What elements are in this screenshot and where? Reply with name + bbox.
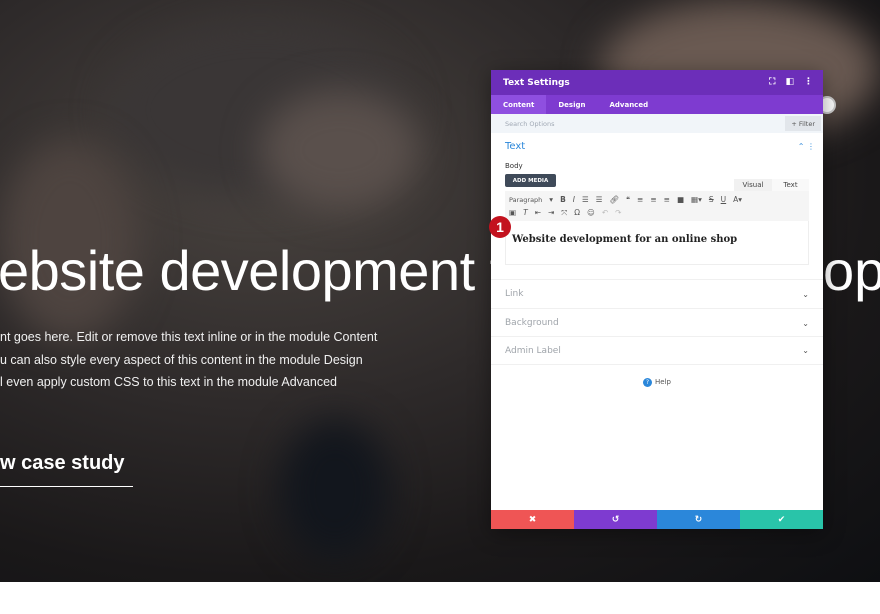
quote-icon[interactable]: ❝ <box>626 195 630 204</box>
omega-icon[interactable]: Ω <box>574 208 580 217</box>
align-center-icon[interactable]: ≡ <box>650 195 656 204</box>
add-media-button[interactable]: ADD MEDIA <box>505 174 556 187</box>
help-icon: ? <box>643 378 653 387</box>
accordion-link[interactable]: Link ⌄ <box>491 279 823 308</box>
chevron-down-icon: ⌄ <box>802 289 809 299</box>
modal-footer: ✖ ↺ ↻ ✔ <box>491 510 823 529</box>
search-placeholder: Search Options <box>505 119 555 128</box>
accordion-admin-label[interactable]: Admin Label ⌄ <box>491 336 823 365</box>
help-link[interactable]: ? Help <box>491 378 823 387</box>
body-label: Body <box>505 162 523 170</box>
editor-toolbar: Paragraph ▾ B I ☰ ☰ 🔗︎ ❝ ≡ ≡ ≡ ■ ▦▾ S U … <box>505 191 809 221</box>
link-icon[interactable]: 🔗︎ <box>609 195 619 204</box>
section-title[interactable]: Text <box>505 141 525 152</box>
align-left-icon[interactable]: ≡ <box>637 195 643 204</box>
numbered-list-icon[interactable]: ☰ <box>596 195 603 204</box>
hero-text-line: u can also style every aspect of this co… <box>0 353 363 367</box>
hero-text-line: nt goes here. Edit or remove this text i… <box>0 330 378 344</box>
cta-underline <box>0 486 133 487</box>
accordion-label: Background <box>505 318 559 328</box>
bold-icon[interactable]: B <box>560 195 566 204</box>
accordion-label: Link <box>505 289 524 299</box>
table-icon[interactable]: ▦▾ <box>691 195 702 204</box>
redo-icon[interactable]: ↷ <box>615 208 621 217</box>
bullet-list-icon[interactable]: ☰ <box>582 195 589 204</box>
chevron-down-icon: ⌄ <box>802 346 809 355</box>
outdent-icon[interactable]: ⇤ <box>535 208 541 217</box>
hero-text-line: l even apply custom CSS to this text in … <box>0 375 337 389</box>
modal-tabs: Content Design Advanced <box>491 95 823 114</box>
step-badge: 1 <box>489 216 511 238</box>
modal-title: Text Settings <box>503 77 570 88</box>
sidebar-icon[interactable]: ◧ <box>785 77 794 87</box>
fullscreen-icon[interactable]: ⤧ <box>561 208 567 218</box>
dropdown-icon[interactable]: ▾ <box>549 195 553 204</box>
modal-header: Text Settings ⛶ ◧ ⋮ <box>491 70 823 95</box>
emoji-icon[interactable]: ☺ <box>587 208 595 217</box>
undo-icon[interactable]: ↶ <box>602 208 608 217</box>
italic-icon[interactable]: I <box>573 195 575 204</box>
hero-heading: ebsite development f <box>0 239 505 302</box>
collapse-icon[interactable]: ⌃ ⋮ <box>798 142 815 151</box>
align-right-icon[interactable]: ≡ <box>664 195 670 204</box>
chevron-down-icon: ⌄ <box>802 318 809 328</box>
filter-button[interactable]: + Filter <box>785 116 821 131</box>
case-study-button[interactable]: w case study <box>0 452 125 475</box>
hero-heading-end: op <box>823 239 880 302</box>
tab-advanced[interactable]: Advanced <box>597 95 660 114</box>
tab-visual[interactable]: Visual <box>734 179 772 191</box>
more-icon[interactable]: ⋮ <box>804 77 813 87</box>
justify-icon[interactable]: ■ <box>677 195 684 204</box>
paragraph-select[interactable]: Paragraph <box>509 196 542 204</box>
accordion-label: Admin Label <box>505 345 561 356</box>
undo-button[interactable]: ↺ <box>574 510 657 529</box>
tab-text[interactable]: Text <box>772 179 809 191</box>
editor-content[interactable]: Website development for an online shop <box>505 221 809 265</box>
indent-icon[interactable]: ⇥ <box>548 208 554 217</box>
search-options-input[interactable]: Search Options + Filter <box>491 114 823 133</box>
underline-icon[interactable]: U <box>721 195 727 204</box>
clear-format-icon[interactable]: T <box>523 208 528 217</box>
help-label: Help <box>655 378 671 386</box>
save-button[interactable]: ✔ <box>740 510 823 529</box>
text-color-icon[interactable]: A▾ <box>733 195 742 204</box>
accordion-background[interactable]: Background ⌄ <box>491 308 823 337</box>
paste-icon[interactable]: ▣ <box>509 208 516 217</box>
cancel-button[interactable]: ✖ <box>491 510 574 529</box>
strikethrough-icon[interactable]: S <box>709 195 714 204</box>
expand-icon[interactable]: ⛶ <box>769 77 775 87</box>
redo-button[interactable]: ↻ <box>657 510 740 529</box>
text-settings-modal: Text Settings ⛶ ◧ ⋮ Content Design Advan… <box>489 70 823 529</box>
tab-content[interactable]: Content <box>491 95 547 114</box>
tab-design[interactable]: Design <box>546 95 597 114</box>
